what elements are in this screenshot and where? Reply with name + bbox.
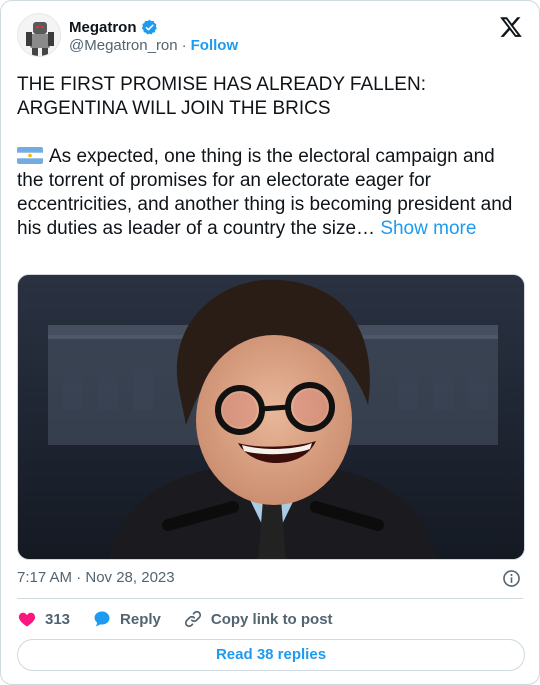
reply-button[interactable]: Reply	[92, 609, 161, 629]
avatar[interactable]	[17, 13, 61, 57]
headline-line-1: THE FIRST PROMISE HAS ALREADY FALLEN:	[17, 74, 426, 95]
reply-label: Reply	[120, 610, 161, 628]
action-bar: 313 Reply Copy link to post	[17, 607, 355, 631]
info-icon[interactable]	[502, 569, 521, 588]
timestamp[interactable]: 7:17 AM · Nov 28, 2023	[17, 569, 175, 586]
argentina-flag-icon	[17, 147, 43, 164]
tweet-embed-card: Megatron @Megatron_ron · Follow THE FIRS…	[0, 0, 540, 685]
like-count: 313	[45, 610, 71, 628]
verified-badge-icon	[141, 19, 157, 34]
x-logo-icon[interactable]	[499, 15, 523, 39]
show-more-link[interactable]: Show more	[380, 218, 476, 239]
tweet-header: Megatron @Megatron_ron · Follow	[17, 13, 523, 61]
like-button[interactable]: 313	[17, 609, 70, 629]
robot-avatar-image	[18, 14, 60, 56]
heart-icon	[18, 612, 36, 627]
copy-link-button[interactable]: Copy link to post	[183, 609, 333, 629]
separator-dot: ·	[181, 37, 187, 54]
tweet-body: As expected, one thing is the electoral …	[17, 145, 525, 241]
read-replies-button[interactable]: Read 38 replies	[17, 639, 525, 671]
divider	[17, 598, 523, 599]
follow-link[interactable]: Follow	[191, 37, 239, 54]
copy-link-label: Copy link to post	[210, 610, 333, 628]
tweet-text: THE FIRST PROMISE HAS ALREADY FALLEN: AR…	[17, 73, 525, 241]
handle-row: @Megatron_ron · Follow	[69, 37, 238, 54]
display-name[interactable]: Megatron	[69, 19, 137, 36]
reply-bubble-icon	[94, 611, 110, 627]
headline-line-2: ARGENTINA WILL JOIN THE BRICS	[17, 98, 331, 119]
link-icon	[184, 610, 201, 628]
name-row: Megatron	[69, 17, 158, 37]
man-laughing-photo	[18, 275, 524, 559]
tweet-media-photo[interactable]	[17, 274, 525, 560]
handle[interactable]: @Megatron_ron	[69, 37, 178, 54]
